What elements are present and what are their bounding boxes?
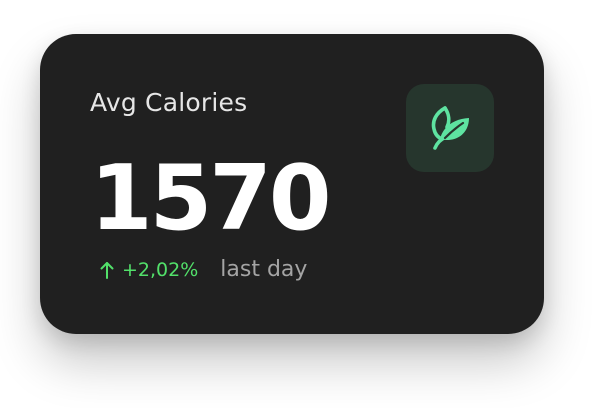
leaf-icon-tile (406, 84, 494, 172)
stage: Avg Calories 1570 +2,02% last day (0, 0, 612, 408)
card-title: Avg Calories (90, 88, 248, 117)
change-indicator: +2,02% last day (98, 258, 307, 282)
change-period: last day (220, 257, 308, 282)
arrow-up-icon (98, 258, 116, 282)
calorie-value: 1570 (90, 146, 331, 251)
calories-stat-card: Avg Calories 1570 +2,02% last day (40, 34, 544, 334)
change-percent: +2,02% (122, 259, 199, 281)
leaf-icon (423, 99, 477, 157)
